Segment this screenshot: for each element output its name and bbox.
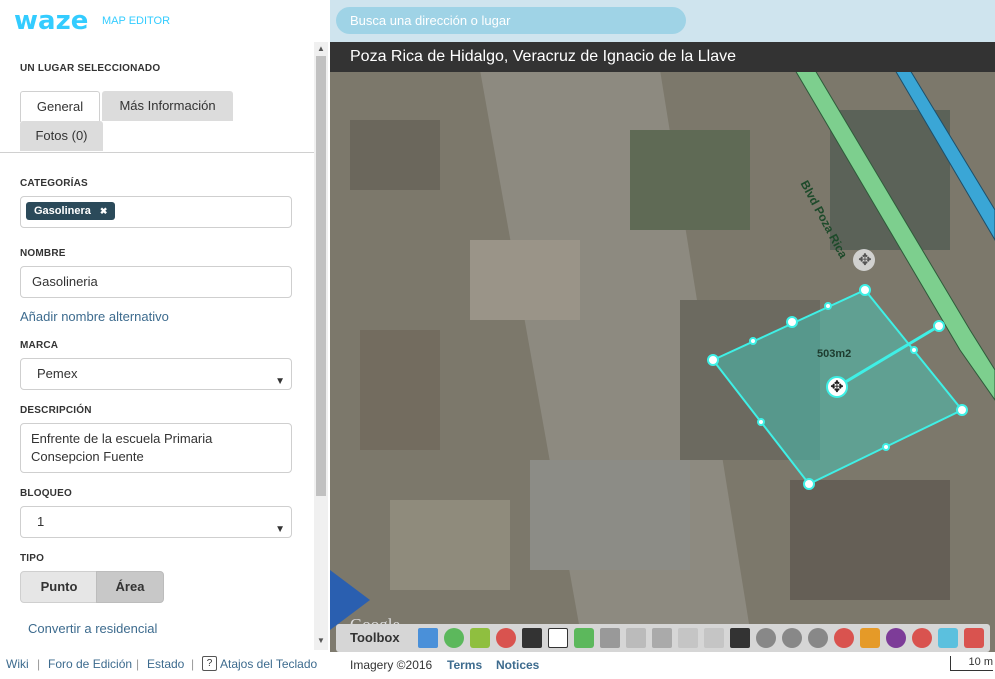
lock-label: BLOQUEO [20, 488, 72, 499]
chevron-down-icon: ▼ [275, 524, 285, 535]
edit-icon[interactable] [964, 628, 984, 648]
category-chip-label: Gasolinera [34, 205, 91, 217]
panel-footer: Wiki | Foro de Edición | Estado | ? Ataj… [0, 652, 330, 679]
waze-logo[interactable]: waze [14, 6, 88, 36]
search-bar: Busca una dirección o lugar [330, 0, 995, 42]
move-feature-icon[interactable]: ✥ [853, 250, 877, 270]
tab-general[interactable]: General [20, 91, 100, 122]
name-input[interactable]: Gasolineria [20, 266, 292, 298]
copy-icon[interactable] [652, 628, 672, 648]
terms-link[interactable]: Terms [447, 658, 482, 672]
category-chip: Gasolinera ✖ [26, 202, 116, 220]
clock-icon[interactable] [834, 628, 854, 648]
power-icon[interactable] [444, 628, 464, 648]
convert-residential-link[interactable]: Convertir a residencial [28, 621, 157, 636]
toolbox-label[interactable]: Toolbox [350, 630, 400, 645]
chip-remove-icon[interactable]: ✖ [100, 206, 108, 216]
scissors-icon[interactable] [704, 628, 724, 648]
search-input[interactable]: Busca una dirección o lugar [336, 7, 686, 34]
scroll-down-icon[interactable]: ▼ [317, 636, 325, 645]
arrow-left-icon[interactable] [418, 628, 438, 648]
wiki-link[interactable]: Wiki [6, 657, 29, 671]
location-title: Poza Rica de Hidalgo, Veracruz de Ignaci… [330, 42, 995, 72]
footer-separator: | [37, 657, 41, 671]
panel-scrollbar[interactable]: ▲ ▼ [314, 42, 328, 650]
type-label: TIPO [20, 553, 45, 564]
search-map-icon[interactable] [496, 628, 516, 648]
shortcuts-link[interactable]: Atajos del Teclado [220, 657, 317, 671]
select-icon[interactable] [548, 628, 568, 648]
scroll-up-icon[interactable]: ▲ [317, 44, 325, 53]
categories-field[interactable]: Gasolinera ✖ [20, 196, 292, 228]
scale-bar: 10 m [950, 656, 993, 671]
direction-icon[interactable] [860, 628, 880, 648]
categories-label: CATEGORÍAS [20, 178, 88, 189]
no-toll-icon[interactable] [912, 628, 932, 648]
chevron-down-icon: ▼ [275, 376, 285, 387]
type-area-button[interactable]: Área [96, 571, 164, 603]
status-link[interactable]: Estado [147, 657, 184, 671]
ruler-icon[interactable] [600, 628, 620, 648]
forum-link[interactable]: Foro de Edición [48, 657, 132, 671]
details-scroll-area: UN LUGAR SELECCIONADO General Más Inform… [0, 42, 314, 650]
description-textarea[interactable]: Enfrente de la escuela Primaria Consepci… [20, 423, 292, 473]
roundabout-icon[interactable] [756, 628, 776, 648]
brand-select[interactable]: Pemex ▼ [20, 358, 292, 390]
toolbox-bar: Toolbox [336, 624, 990, 652]
left-panel: waze MAP EDITOR UN LUGAR SELECCIONADO Ge… [0, 0, 331, 679]
junction-icon[interactable] [730, 628, 750, 648]
roundabout-icon[interactable] [808, 628, 828, 648]
align-icon[interactable] [678, 628, 698, 648]
help-icon[interactable] [886, 628, 906, 648]
keyboard-shortcuts-icon[interactable]: ? [202, 656, 217, 671]
selected-place-heading: UN LUGAR SELECCIONADO [20, 63, 161, 74]
add-alt-name-link[interactable]: Añadir nombre alternativo [20, 309, 169, 324]
check-icon[interactable] [574, 628, 594, 648]
type-point-button[interactable]: Punto [20, 571, 98, 603]
scroll-thumb[interactable] [316, 56, 326, 496]
name-label: NOMBRE [20, 248, 66, 259]
satellite-imagery [330, 69, 995, 630]
area-size-label: 503m2 [817, 348, 852, 360]
roundabout-icon[interactable] [782, 628, 802, 648]
brand-label: MARCA [20, 340, 59, 351]
tools-icon[interactable] [522, 628, 542, 648]
tab-photos[interactable]: Fotos (0) [20, 121, 103, 151]
footer-separator: | [136, 657, 140, 671]
tab-more-info[interactable]: Más Información [102, 91, 233, 121]
lock-value: 1 [37, 514, 45, 529]
grid-icon[interactable] [626, 628, 646, 648]
footer-separator: | [191, 657, 195, 671]
lock-select[interactable]: 1 ▼ [20, 506, 292, 538]
lock-icon[interactable] [470, 628, 490, 648]
map-editor-label: MAP EDITOR [102, 15, 171, 27]
map-area[interactable]: ✥ ✥ 503m2 Blvd Poza Rica Google Busca un… [330, 0, 995, 679]
chat-icon[interactable] [938, 628, 958, 648]
notices-link[interactable]: Notices [496, 658, 539, 672]
tab-divider [0, 152, 314, 153]
description-label: DESCRIPCIÓN [20, 405, 92, 416]
brand-value: Pemex [37, 366, 78, 381]
move-center-icon[interactable]: ✥ [825, 377, 849, 397]
imagery-credit: Imagery ©2016 [350, 658, 433, 672]
map-footer: Imagery ©2016 Terms Notices 10 m [330, 652, 995, 679]
